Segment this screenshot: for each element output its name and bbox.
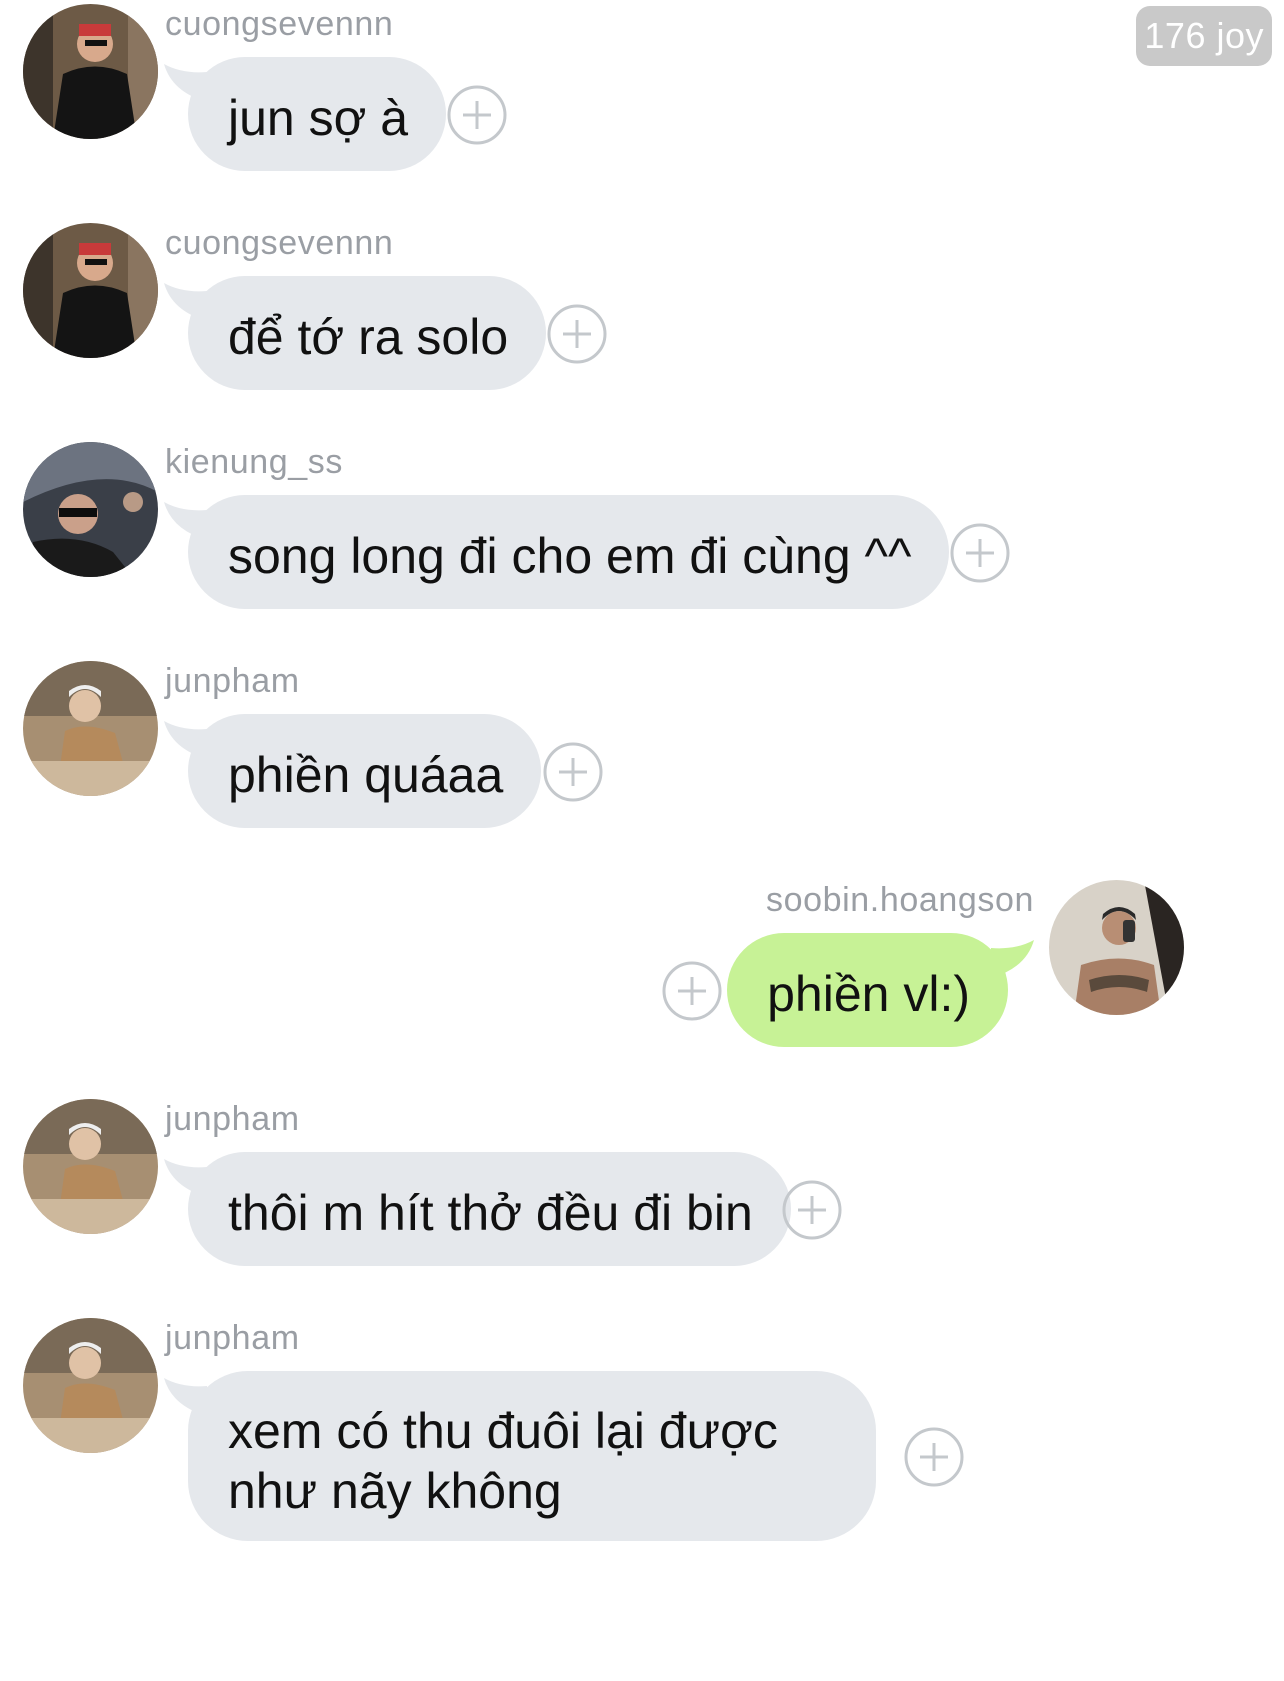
message-username: kienung_ss bbox=[165, 443, 344, 481]
avatar[interactable] bbox=[23, 661, 158, 796]
add-reaction-button[interactable] bbox=[446, 84, 508, 146]
avatar[interactable] bbox=[23, 4, 158, 139]
avatar[interactable] bbox=[23, 442, 158, 577]
add-reaction-button[interactable] bbox=[781, 1179, 843, 1241]
user-avatar-icon bbox=[23, 223, 158, 358]
avatar[interactable] bbox=[23, 223, 158, 358]
plus-circle-icon bbox=[782, 1180, 842, 1240]
message-bubble[interactable]: để tớ ra solo bbox=[188, 276, 547, 390]
add-reaction-button[interactable] bbox=[661, 960, 723, 1022]
user-avatar-icon bbox=[23, 442, 158, 577]
message-bubble[interactable]: phiền vl:) bbox=[727, 933, 1008, 1047]
add-reaction-button[interactable] bbox=[542, 741, 604, 803]
add-reaction-button[interactable] bbox=[949, 522, 1011, 584]
avatar[interactable] bbox=[1049, 880, 1184, 1015]
watermark-label: 176 joy bbox=[1136, 6, 1272, 66]
message-username: cuongsevennn bbox=[165, 224, 394, 262]
plus-circle-icon bbox=[662, 961, 722, 1021]
avatar[interactable] bbox=[23, 1099, 158, 1234]
plus-circle-icon bbox=[543, 742, 603, 802]
message-bubble[interactable]: phiền quáaa bbox=[188, 714, 542, 828]
message-username: cuongsevennn bbox=[165, 5, 394, 43]
plus-circle-icon bbox=[950, 523, 1010, 583]
plus-circle-icon bbox=[904, 1427, 964, 1487]
user-avatar-icon bbox=[23, 1099, 158, 1234]
avatar[interactable] bbox=[23, 1318, 158, 1453]
message-username: junpham bbox=[165, 1319, 300, 1357]
add-reaction-button[interactable] bbox=[903, 1426, 965, 1488]
message-username: junpham bbox=[165, 662, 300, 700]
message-username: junpham bbox=[165, 1100, 300, 1138]
user-avatar-icon bbox=[23, 661, 158, 796]
user-avatar-icon bbox=[23, 4, 158, 139]
add-reaction-button[interactable] bbox=[546, 303, 608, 365]
message-bubble[interactable]: thôi m hít thở đều đi bin bbox=[188, 1152, 791, 1266]
plus-circle-icon bbox=[547, 304, 607, 364]
message-username: soobin.hoangson bbox=[765, 881, 1034, 919]
message-bubble[interactable]: jun sợ à bbox=[188, 57, 447, 171]
plus-circle-icon bbox=[447, 85, 507, 145]
message-bubble[interactable]: song long đi cho em đi cùng ^^ bbox=[188, 495, 950, 609]
user-avatar-icon bbox=[23, 1318, 158, 1453]
user-avatar-icon bbox=[1049, 880, 1184, 1015]
message-bubble[interactable]: xem có thu đuôi lại được như nãy không bbox=[188, 1371, 876, 1541]
